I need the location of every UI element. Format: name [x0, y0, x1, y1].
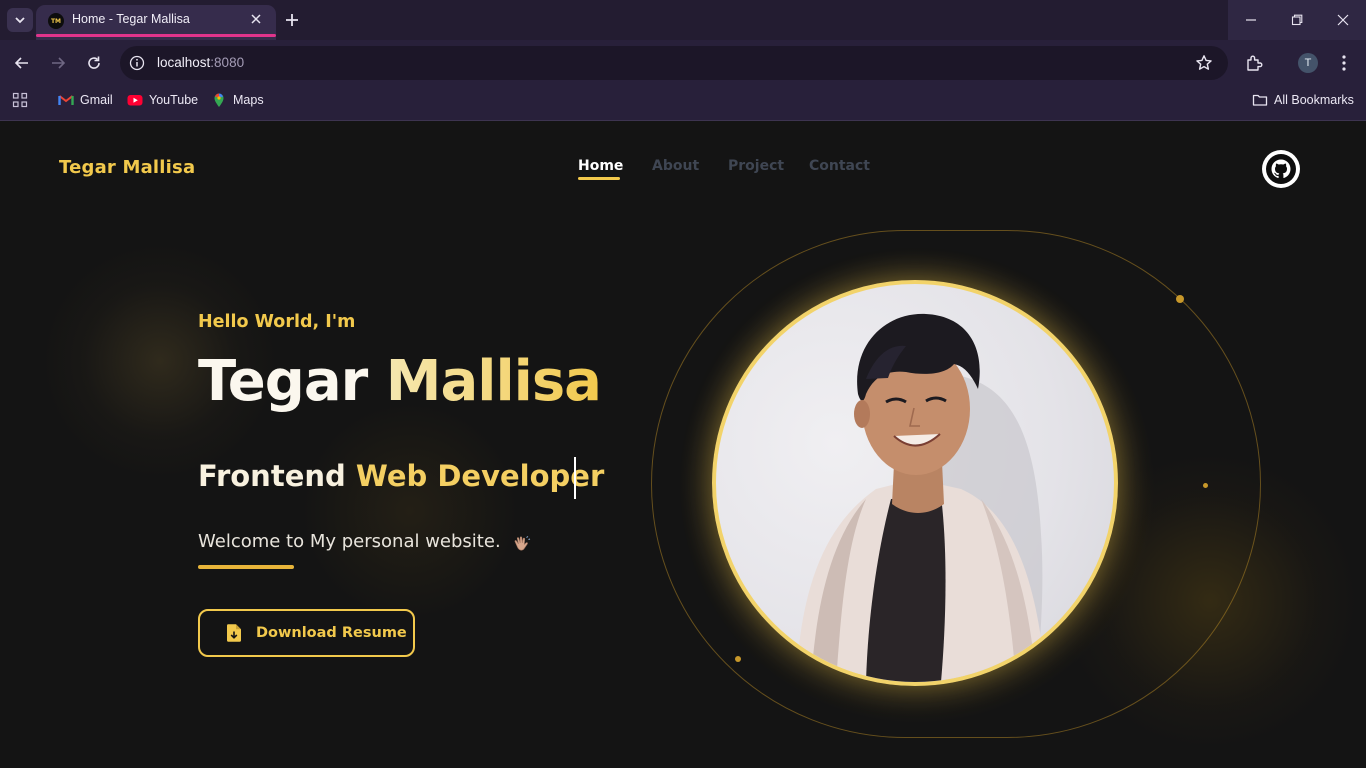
chevron-down-icon — [15, 17, 25, 24]
hero-role: Frontend Web Developer — [198, 459, 604, 493]
window-close-button[interactable] — [1320, 0, 1366, 40]
profile-photo — [712, 280, 1118, 686]
url-port: :8080 — [210, 55, 245, 70]
close-icon — [251, 14, 261, 24]
profile-avatar[interactable]: T — [1298, 53, 1318, 73]
download-resume-button[interactable]: Download Resume — [198, 609, 415, 657]
all-bookmarks[interactable]: All Bookmarks — [1252, 90, 1354, 110]
file-download-icon — [227, 624, 241, 642]
kebab-menu-icon[interactable] — [1334, 53, 1354, 73]
hero-role-primary: Frontend — [198, 459, 346, 493]
orbit-dot — [1176, 295, 1184, 303]
hero-name: Tegar Mallisa — [198, 349, 602, 414]
github-button[interactable] — [1262, 150, 1300, 188]
all-bookmarks-label: All Bookmarks — [1274, 93, 1354, 107]
nav-contact[interactable]: Contact — [809, 158, 870, 174]
hero-name-last: Mallisa — [385, 349, 602, 414]
nav-project[interactable]: Project — [728, 158, 784, 174]
forward-button[interactable] — [47, 52, 69, 74]
orbit-dot — [1203, 483, 1208, 488]
bookmark-label: Gmail — [80, 93, 113, 107]
url-text[interactable]: localhost:8080 — [157, 55, 244, 70]
bookmark-gmail[interactable]: Gmail — [58, 90, 113, 110]
tab-group-indicator — [36, 34, 276, 37]
address-bar[interactable] — [120, 46, 1228, 80]
minimize-icon — [1246, 19, 1256, 21]
extensions-icon[interactable] — [1245, 54, 1263, 72]
arrow-left-icon — [14, 57, 28, 69]
background-glow — [300, 401, 520, 621]
welcome-underline — [198, 565, 294, 569]
hero-name-first: Tegar — [198, 349, 368, 414]
waving-hand-icon — [511, 533, 533, 555]
tab-search-button[interactable] — [7, 8, 33, 32]
new-tab-button[interactable] — [280, 8, 304, 32]
reload-icon — [88, 56, 100, 69]
hero-role-highlight: Web Developer — [355, 459, 605, 493]
folder-icon — [1252, 94, 1268, 106]
reload-button[interactable] — [83, 52, 105, 74]
nav-active-indicator — [578, 177, 620, 180]
hero-welcome-text: Welcome to My personal website. — [198, 531, 501, 552]
back-button[interactable] — [11, 52, 33, 74]
bookmark-label: YouTube — [149, 93, 199, 107]
typing-caret — [574, 457, 576, 499]
download-resume-label: Download Resume — [256, 625, 407, 641]
favicon: TM — [48, 13, 64, 29]
gmail-icon — [58, 95, 74, 105]
close-icon — [1337, 14, 1349, 26]
tab-close-button[interactable] — [248, 11, 264, 27]
site-info-icon[interactable] — [129, 55, 145, 71]
bookmarks-bar — [0, 84, 1366, 120]
site-brand[interactable]: Tegar Mallisa — [59, 157, 195, 178]
restore-button[interactable] — [1274, 0, 1320, 40]
bookmark-maps[interactable]: Maps — [211, 90, 264, 110]
url-host: localhost — [157, 55, 211, 70]
youtube-icon — [127, 95, 143, 106]
minimize-button[interactable] — [1228, 0, 1274, 40]
nav-about[interactable]: About — [652, 158, 699, 174]
bookmark-youtube[interactable]: YouTube — [127, 90, 198, 110]
github-icon — [1266, 154, 1296, 184]
web-page: Tegar Mallisa Home About Project Contact… — [0, 121, 1366, 768]
restore-icon — [1291, 14, 1303, 26]
nav-home[interactable]: Home — [578, 158, 623, 174]
bookmark-label: Maps — [233, 93, 264, 107]
hero-greeting: Hello World, I'm — [198, 312, 356, 332]
bookmark-star-icon[interactable] — [1195, 54, 1213, 72]
person-illustration — [796, 313, 1046, 682]
maps-icon — [214, 93, 224, 107]
tab-title: Home - Tegar Mallisa — [72, 12, 190, 26]
apps-grid-icon[interactable] — [12, 92, 28, 108]
plus-icon — [286, 14, 298, 26]
arrow-right-icon — [52, 57, 66, 69]
